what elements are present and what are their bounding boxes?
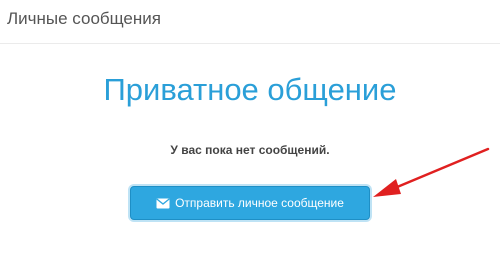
page-title: Личные сообщения xyxy=(7,9,161,28)
envelope-icon xyxy=(156,197,170,209)
page-header: Личные сообщения xyxy=(0,0,500,44)
empty-state-message: У вас пока нет сообщений. xyxy=(170,143,330,157)
send-button-label: Отправить личное сообщение xyxy=(175,196,344,210)
section-title: Приватное общение xyxy=(103,72,397,107)
send-private-message-button[interactable]: Отправить личное сообщение xyxy=(130,186,370,220)
